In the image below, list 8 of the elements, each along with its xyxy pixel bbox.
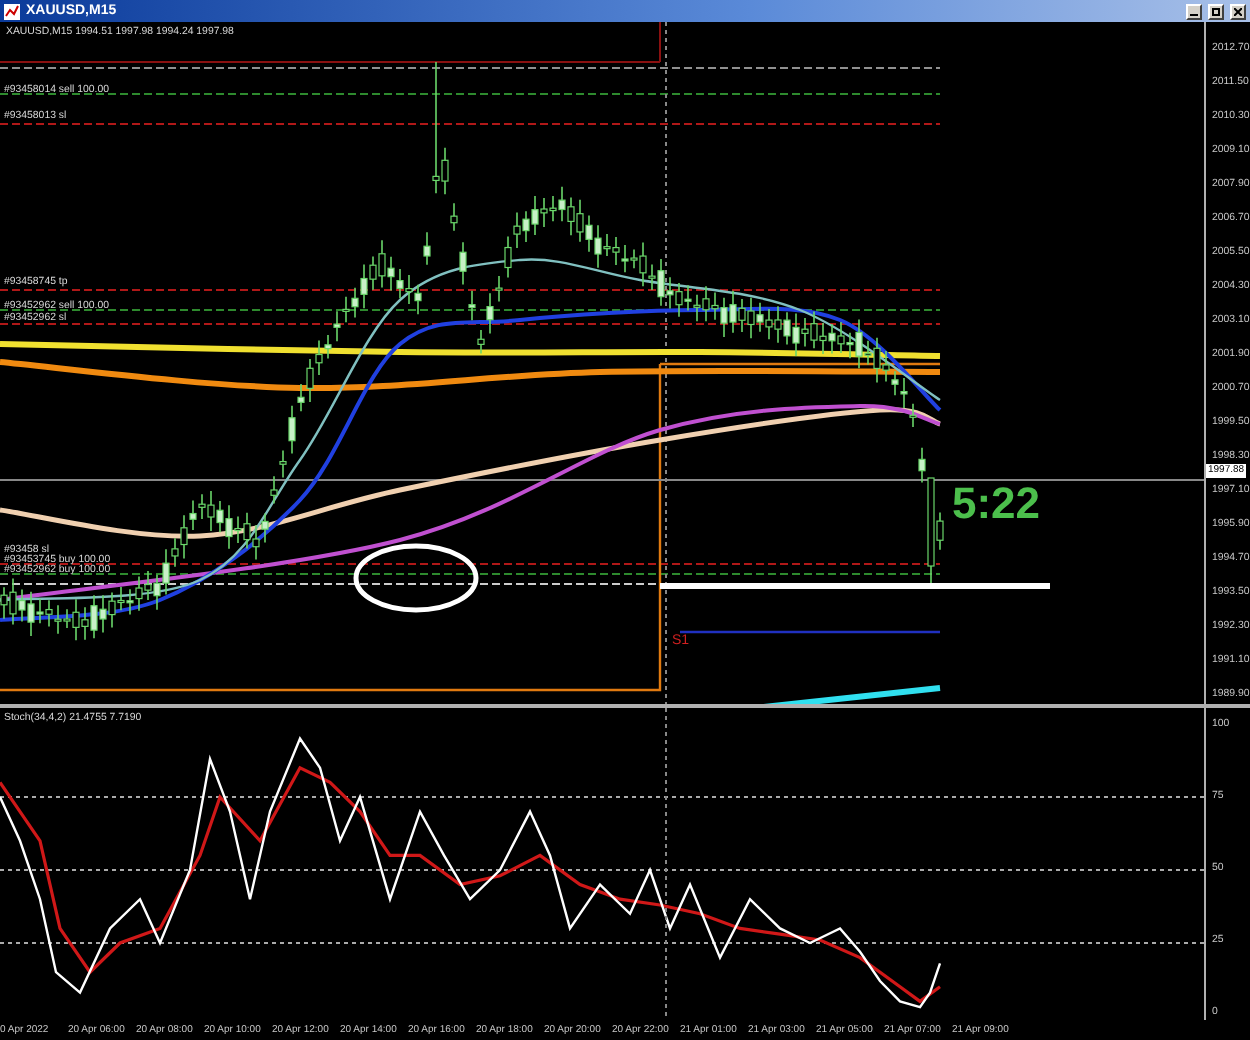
close-icon [1234, 7, 1242, 15]
ellipse-drawing [353, 543, 479, 613]
chart-icon [4, 3, 20, 19]
close-button[interactable] [1230, 3, 1246, 19]
maximize-button[interactable] [1208, 3, 1224, 19]
maximize-icon [1212, 7, 1220, 15]
minimize-button[interactable] [1186, 3, 1202, 19]
countdown-timer: 5:22 [952, 480, 1041, 528]
